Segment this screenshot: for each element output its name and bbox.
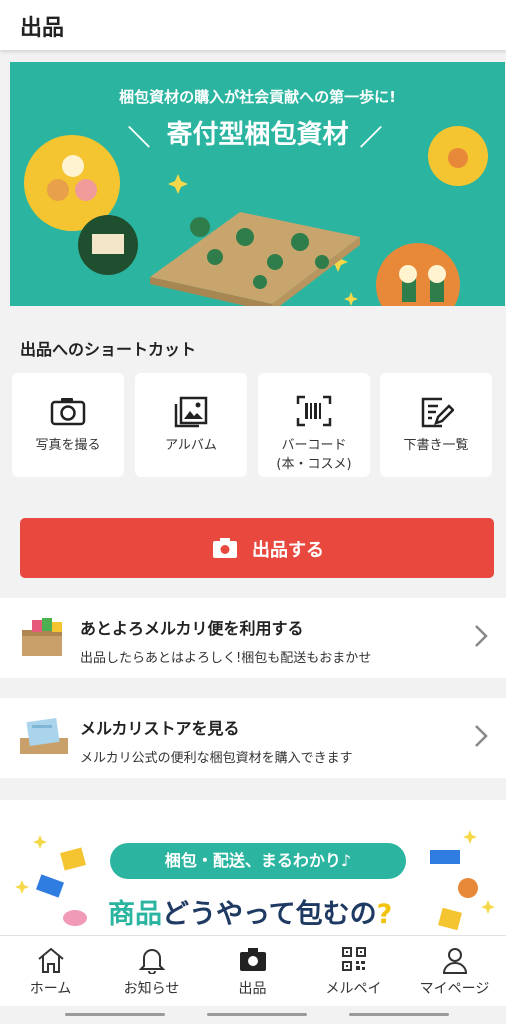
page-title: 出品 — [20, 16, 65, 41]
camera-icon — [12, 395, 124, 429]
app-header: 出品 — [0, 0, 506, 50]
shortcut-label: 写真を撮る — [35, 438, 101, 453]
sell-button-label: 出品する — [252, 540, 324, 561]
tab-label: マイページ — [419, 981, 490, 997]
row-title: メルカリストアを見る — [80, 719, 240, 738]
promo-title-accent: 商品 — [108, 899, 162, 930]
shortcut-barcode[interactable]: バーコード (本・コスメ) — [258, 373, 370, 477]
package-icon — [22, 618, 62, 656]
tab-home[interactable]: ホーム — [0, 936, 101, 1007]
banner-subtitle: 梱包資材の購入が社会貢献への第一歩に! — [119, 88, 396, 106]
mercari-store-row[interactable]: メルカリストアを見る メルカリ公式の便利な梱包資材を購入できます — [0, 698, 506, 778]
person-icon — [442, 948, 467, 974]
promo-pill: 梱包・配送、まるわかり♪ — [110, 843, 406, 879]
shortcut-label: 下書き一覧 — [403, 438, 469, 453]
chevron-right-icon — [475, 625, 488, 647]
shortcut-label: バーコード — [281, 438, 347, 453]
bell-icon — [138, 949, 165, 975]
charity-box-banner[interactable]: 梱包資材の購入が社会貢献への第一歩に! ＼ 寄付型梱包資材 ／ — [10, 62, 505, 306]
camera-icon — [213, 538, 237, 558]
home-icon — [37, 947, 64, 973]
row-title: あとよろメルカリ便を利用する — [80, 619, 304, 638]
tab-sell[interactable]: 出品 — [202, 936, 303, 1007]
shortcut-label: アルバム — [165, 438, 217, 453]
shortcut-drafts[interactable]: 下書き一覧 — [380, 373, 492, 477]
nav-indicator — [349, 1013, 449, 1016]
shortcuts-title: 出品へのショートカット — [20, 340, 197, 359]
sell-button[interactable]: 出品する — [20, 518, 494, 578]
packing-material-icon — [20, 718, 68, 754]
system-nav-bar — [0, 1006, 506, 1024]
atoyoro-mercari-row[interactable]: あとよろメルカリ便を利用する 出品したらあとはよろしく!梱包も配送もおまかせ — [0, 598, 506, 678]
nav-indicator — [207, 1013, 307, 1016]
qr-code-icon — [341, 947, 366, 971]
shortcut-sublabel: (本・コスメ) — [276, 457, 352, 472]
tab-mypage[interactable]: マイページ — [404, 936, 505, 1007]
shortcut-take-photo[interactable]: 写真を撮る — [12, 373, 124, 477]
tab-notifications[interactable]: お知らせ — [101, 936, 202, 1007]
tab-merpay[interactable]: メルペイ — [303, 936, 404, 1007]
album-icon — [135, 395, 247, 429]
tab-label: 出品 — [238, 981, 267, 997]
tab-label: お知らせ — [123, 981, 180, 997]
row-description: 出品したらあとはよろしく!梱包も配送もおまかせ — [80, 651, 372, 666]
barcode-icon — [258, 395, 370, 429]
bottom-tab-bar: ホーム お知らせ 出品 メルペイ マイページ — [0, 935, 506, 1007]
tab-label: メルペイ — [325, 981, 382, 997]
row-description: メルカリ公式の便利な梱包資材を購入できます — [80, 751, 353, 766]
nav-indicator — [65, 1013, 165, 1016]
chevron-right-icon — [475, 725, 488, 747]
promo-title-question: ? — [376, 899, 393, 930]
tab-label: ホーム — [29, 981, 72, 997]
banner-title: 寄付型梱包資材 — [166, 120, 349, 150]
promo-title: 商品どうやって包むの? — [108, 892, 392, 931]
banner-deco-right: ／ — [360, 126, 383, 151]
promo-title-rest: どうやって包むの — [162, 899, 377, 930]
shortcut-album[interactable]: アルバム — [135, 373, 247, 477]
draft-icon — [380, 395, 492, 429]
camera-icon — [239, 948, 266, 971]
